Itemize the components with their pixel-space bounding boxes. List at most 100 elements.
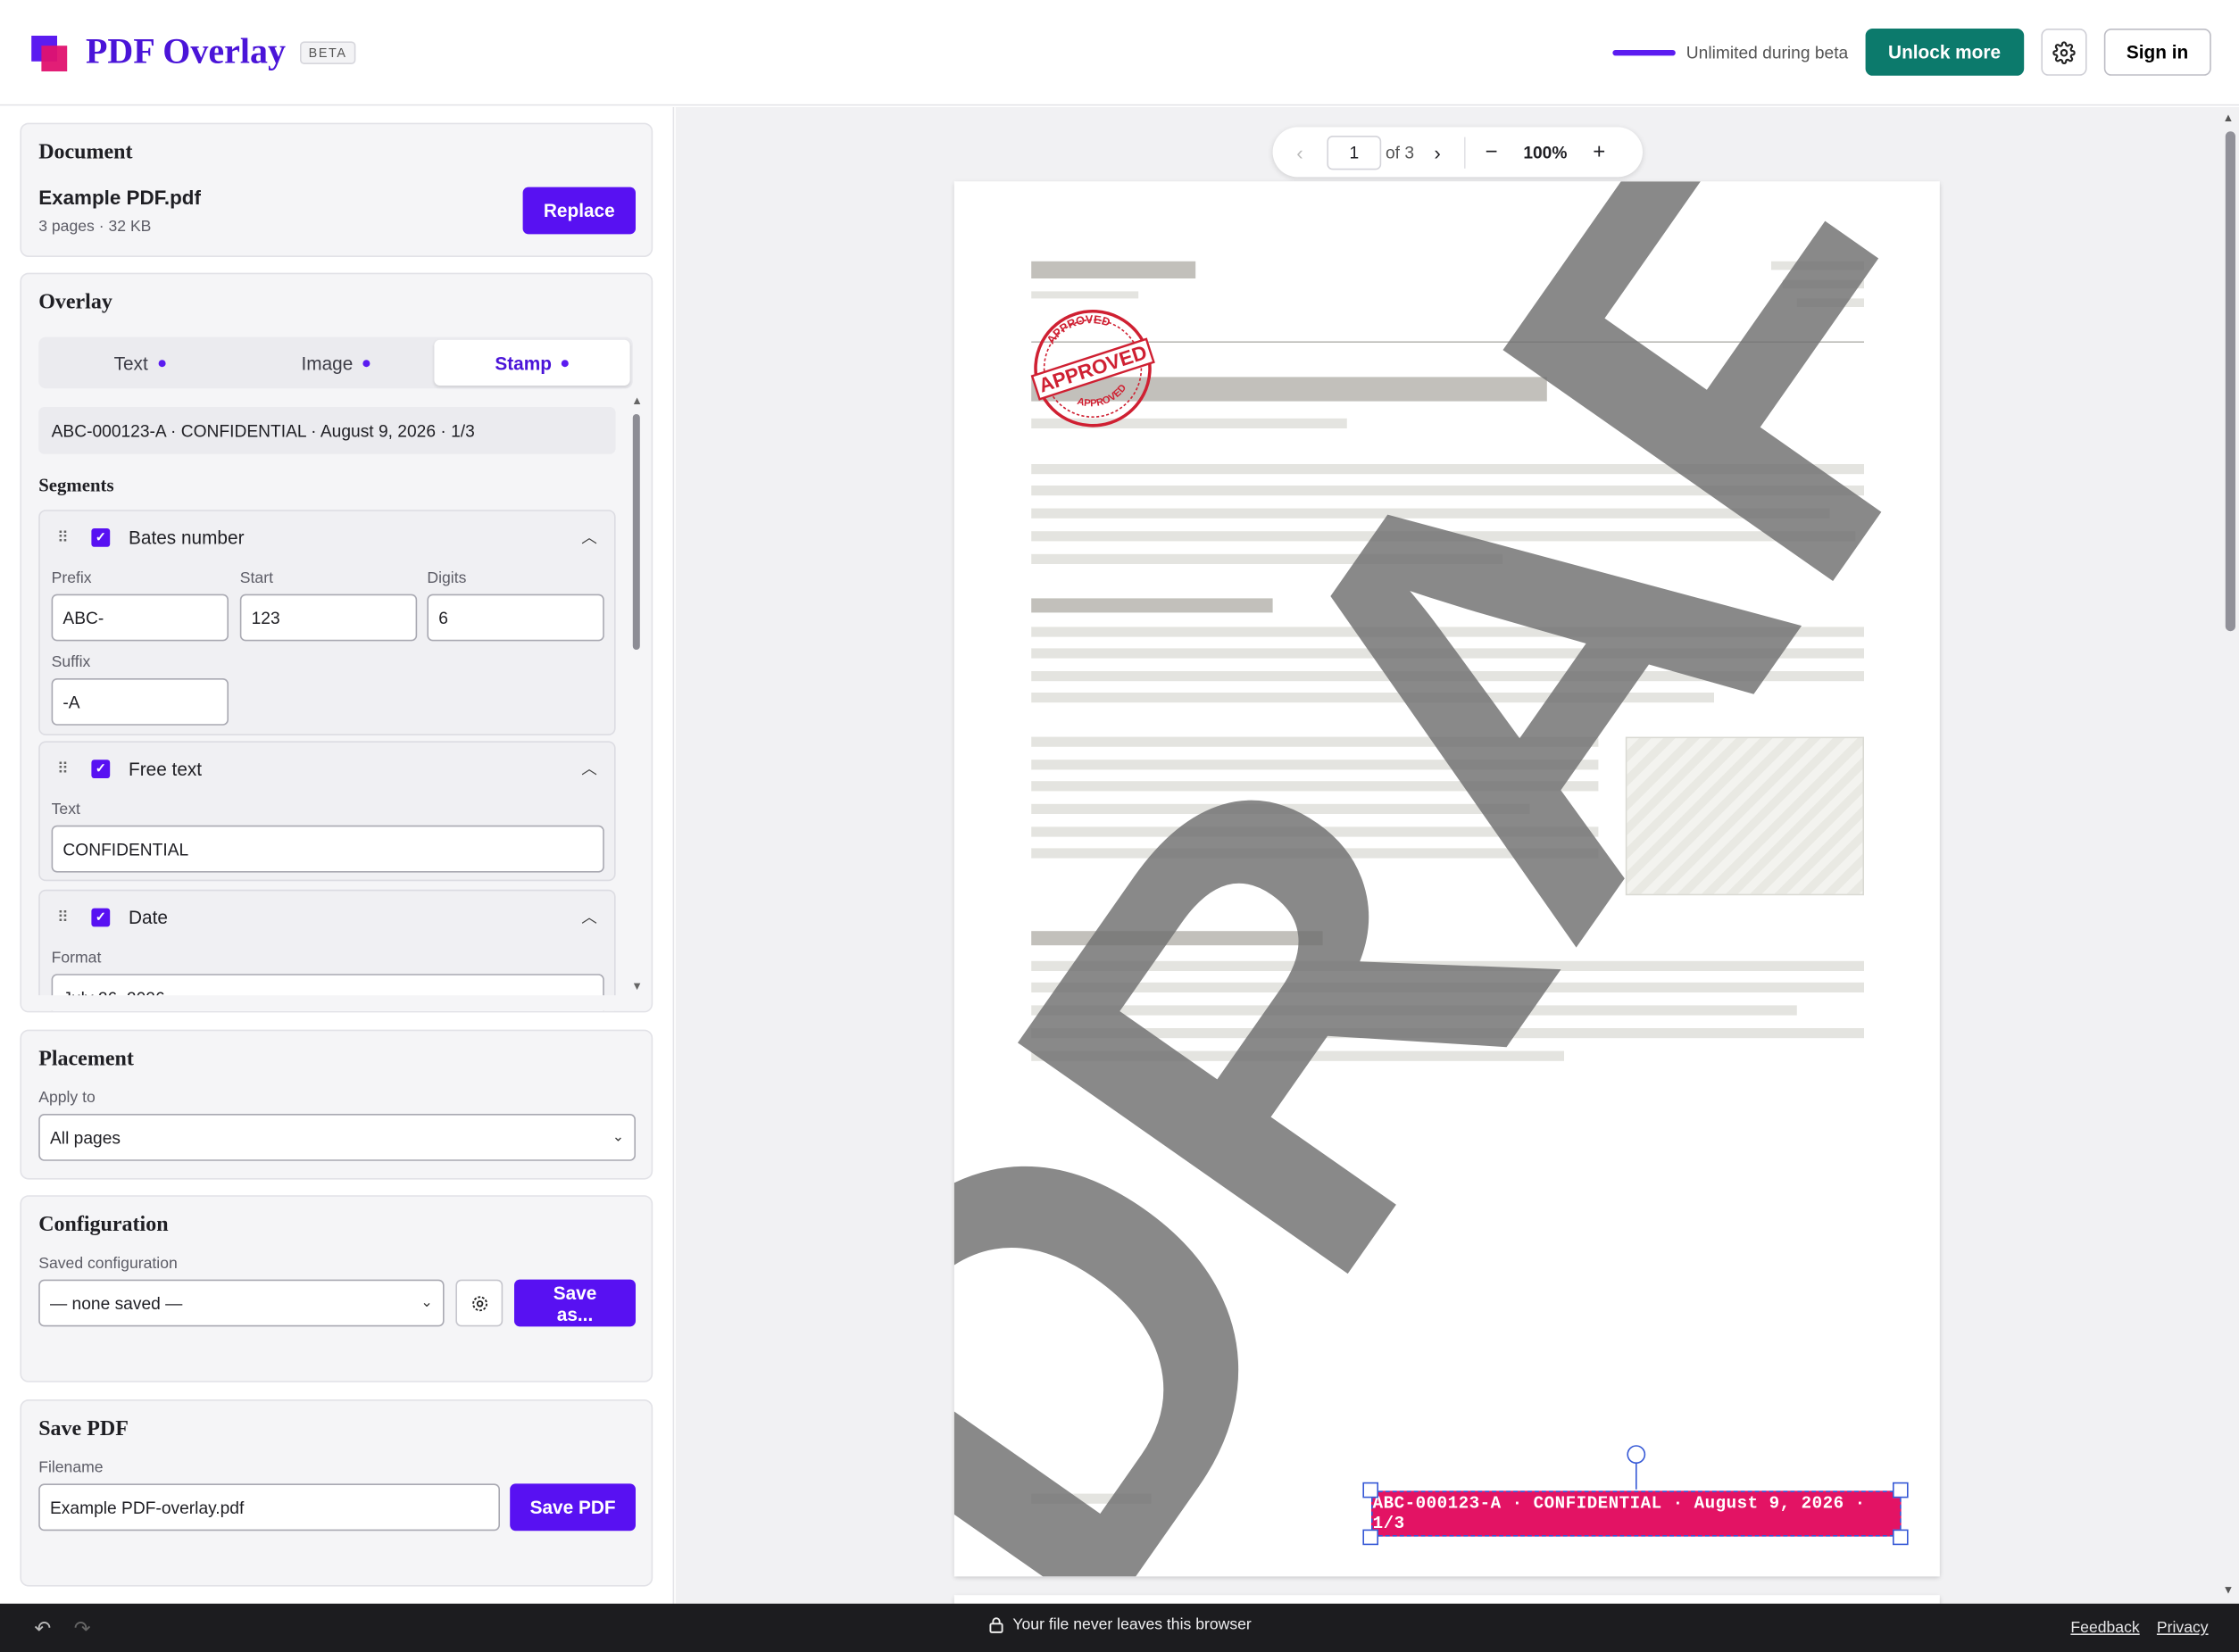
segment-date: ⠿ ✓ Date ︿ Format July 26, 2026⌄ <box>38 889 616 1011</box>
free-text-input[interactable]: CONFIDENTIAL <box>51 825 604 873</box>
tab-text-label: Text <box>113 352 148 374</box>
viewer-scrollbar[interactable]: ▲ ▼ <box>2218 107 2239 1604</box>
saved-configuration-value: — none saved — <box>50 1292 183 1314</box>
rotate-handle[interactable] <box>1627 1445 1646 1464</box>
scroll-up-icon[interactable]: ▲ <box>2223 112 2235 124</box>
apply-to-label: Apply to <box>38 1089 96 1107</box>
segment-bates-title: Bates number <box>129 526 245 548</box>
scroll-down-icon[interactable]: ▼ <box>2223 1583 2235 1596</box>
privacy-note: Your file never leaves this browser <box>1012 1616 1252 1634</box>
suffix-input[interactable]: -A <box>51 678 229 726</box>
zoom-out-icon[interactable]: − <box>1486 140 1498 164</box>
save-as-button[interactable]: Save as... <box>514 1279 636 1327</box>
usage-bar <box>1611 49 1675 55</box>
format-label: Format <box>51 950 102 967</box>
segment-date-header[interactable]: ⠿ ✓ Date ︿ <box>40 891 614 942</box>
segments-label: Segments <box>38 474 114 496</box>
brand-name: PDF Overlay <box>86 32 287 71</box>
save-pdf-button[interactable]: Save PDF <box>510 1483 636 1532</box>
tab-stamp-dot <box>562 359 570 367</box>
usage-text: Unlimited during beta <box>1685 42 1849 62</box>
suffix-label: Suffix <box>51 653 91 671</box>
scroll-down-icon[interactable]: ▼ <box>631 980 643 992</box>
pdf-page-1[interactable]: DRAFT APPROVED APPROVED APPROVED ABC-000… <box>953 181 1940 1577</box>
saved-configuration-select[interactable]: — none saved — ⌄ <box>38 1279 445 1327</box>
drag-handle-icon[interactable]: ⠿ <box>57 908 77 926</box>
drag-handle-icon[interactable]: ⠿ <box>57 759 77 777</box>
viewer-scroll-thumb[interactable] <box>2225 131 2235 632</box>
prev-page-icon[interactable]: ‹ <box>1273 141 1328 164</box>
settings-button[interactable] <box>2040 29 2087 76</box>
undo-icon[interactable]: ↶ <box>34 1615 51 1640</box>
resize-handle-se[interactable] <box>1893 1529 1909 1546</box>
stamp-preview: ABC-000123-A · CONFIDENTIAL · August 9, … <box>38 407 616 454</box>
lock-icon <box>989 1617 1003 1633</box>
prefix-input[interactable]: ABC- <box>51 594 229 642</box>
chevron-down-icon: ⌄ <box>612 1129 625 1146</box>
tab-text-dot <box>157 359 165 367</box>
app-root: PDF Overlay BETA Unlimited during beta U… <box>0 0 2239 1652</box>
pdf-page-2[interactable] <box>953 1595 1940 1604</box>
segment-free-text: ⠿ ✓ Free text ︿ Text CONFIDENTIAL <box>38 741 616 882</box>
next-page-icon[interactable]: › <box>1434 141 1440 164</box>
start-input[interactable]: 123 <box>239 594 418 642</box>
filename-input[interactable]: Example PDF-overlay.pdf <box>38 1483 500 1532</box>
feedback-link[interactable]: Feedback <box>2070 1619 2139 1636</box>
scroll-up-icon[interactable]: ▲ <box>631 394 643 407</box>
overlay-scroll-thumb[interactable] <box>632 414 640 650</box>
document-meta: 3 pages · 32 KB <box>38 218 152 236</box>
configuration-settings-button[interactable] <box>455 1279 504 1327</box>
stamp-overlay[interactable]: ABC-000123-A · CONFIDENTIAL · August 9, … <box>1371 1490 1902 1537</box>
top-bar: PDF Overlay BETA Unlimited during beta U… <box>0 0 2239 106</box>
tab-image-dot <box>362 359 370 367</box>
apply-to-value: All pages <box>50 1127 121 1148</box>
chevron-up-icon[interactable]: ︿ <box>581 526 597 549</box>
seal-top-text: APPROVED <box>1040 304 1116 349</box>
gear-icon <box>471 1295 487 1311</box>
free-text-checkbox[interactable]: ✓ <box>91 759 111 778</box>
page-toolbar: ‹ 1 of 3 › − 100% + <box>1272 127 1643 178</box>
chevron-up-icon[interactable]: ︿ <box>581 905 597 928</box>
privacy-link[interactable]: Privacy <box>2157 1619 2209 1636</box>
overlay-card: Overlay Text Image Stamp ABC-000123-A · … <box>20 272 653 1013</box>
segment-free-text-header[interactable]: ⠿ ✓ Free text ︿ <box>40 743 614 794</box>
saved-configuration-label: Saved configuration <box>38 1255 178 1273</box>
resize-handle-nw[interactable] <box>1362 1482 1378 1498</box>
apply-to-select[interactable]: All pages ⌄ <box>38 1114 636 1161</box>
pdf-viewer: ‹ 1 of 3 › − 100% + DRAFT APPROVED APPRO… <box>675 107 2239 1604</box>
sign-in-button[interactable]: Sign in <box>2103 29 2211 76</box>
unlock-more-button[interactable]: Unlock more <box>1865 29 2024 76</box>
configuration-card: Configuration Saved configuration — none… <box>20 1195 653 1382</box>
replace-button[interactable]: Replace <box>522 187 636 235</box>
tab-stamp[interactable]: Stamp <box>433 339 630 386</box>
document-card: Document Example PDF.pdf 3 pages · 32 KB… <box>20 122 653 257</box>
overlay-title: Overlay <box>38 291 112 314</box>
drag-handle-icon[interactable]: ⠿ <box>57 527 77 546</box>
date-checkbox[interactable]: ✓ <box>91 907 111 926</box>
bates-checkbox[interactable]: ✓ <box>91 527 111 546</box>
filename-label: Filename <box>38 1459 104 1477</box>
overlay-tabs: Text Image Stamp <box>38 336 633 389</box>
resize-handle-sw[interactable] <box>1362 1529 1378 1546</box>
placement-card: Placement Apply to All pages ⌄ <box>20 1029 653 1180</box>
zoom-in-icon[interactable]: + <box>1593 140 1605 164</box>
prefix-label: Prefix <box>51 569 92 587</box>
redo-icon[interactable]: ↷ <box>74 1615 91 1640</box>
segment-bates-header[interactable]: ⠿ ✓ Bates number ︿ <box>40 511 614 563</box>
approved-seal-icon: APPROVED APPROVED APPROVED <box>1030 304 1155 428</box>
segment-date-title: Date <box>129 906 168 928</box>
zoom-level: 100% <box>1523 142 1568 162</box>
beta-badge: BETA <box>300 40 356 64</box>
logo-icon <box>29 32 69 72</box>
resize-handle-ne[interactable] <box>1893 1482 1909 1498</box>
tab-text[interactable]: Text <box>41 340 237 386</box>
segment-free-text-title: Free text <box>129 757 203 779</box>
digits-input[interactable]: 6 <box>427 594 604 642</box>
page-number-input[interactable]: 1 <box>1327 135 1382 170</box>
configuration-title: Configuration <box>38 1214 169 1237</box>
chevron-up-icon[interactable]: ︿ <box>581 757 597 780</box>
status-bar: ↶ ↷ Your file never leaves this browser … <box>0 1603 2239 1652</box>
tab-image[interactable]: Image <box>237 340 434 386</box>
chevron-down-icon: ⌄ <box>420 1295 433 1311</box>
gear-icon <box>2052 40 2076 64</box>
